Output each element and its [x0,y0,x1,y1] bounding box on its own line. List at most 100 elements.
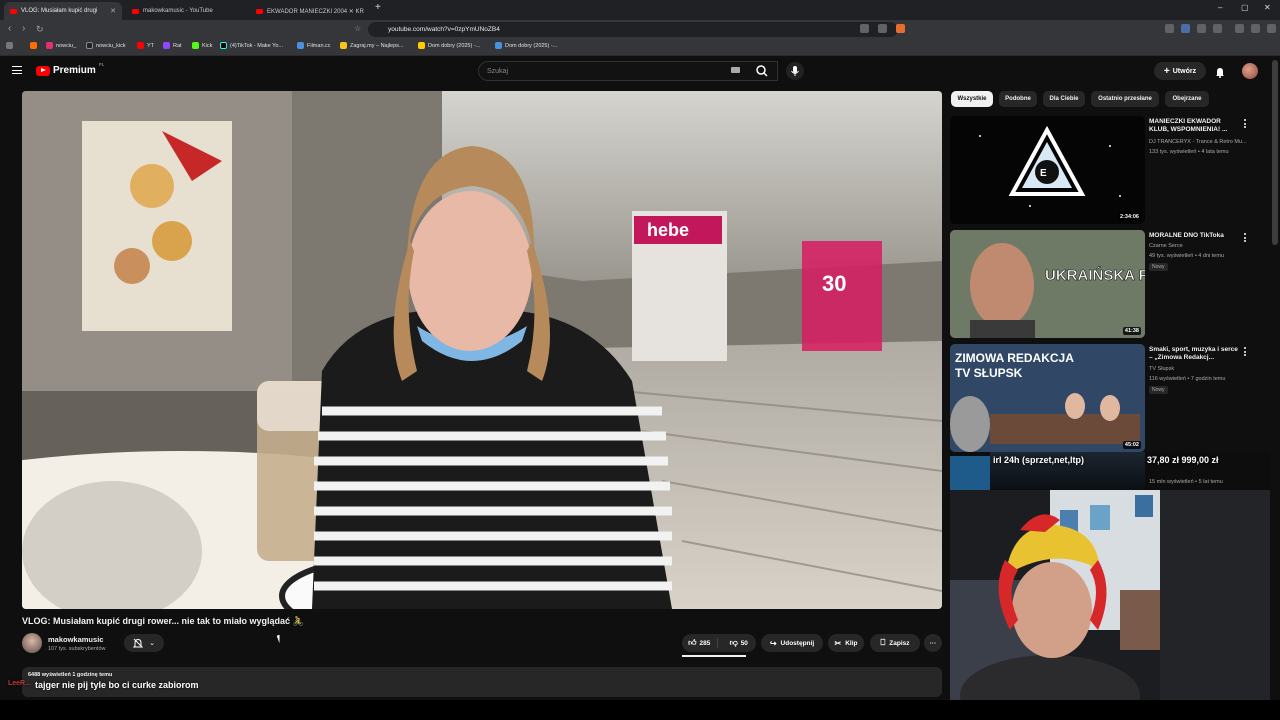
like-count: 285 [699,639,711,647]
channel-name[interactable]: makowkamusic [48,635,103,644]
recommendation-title[interactable]: MANIECZKI EKWADOR KLUB, WSPOMNIENIA! ... [1149,118,1241,134]
tab-makowkamusic[interactable]: makowkamusic - YouTube [126,2,246,20]
recommendation-thumbnail[interactable]: E 2:34:06 [950,116,1145,224]
recommendation-title[interactable]: Smaki, sport, muzyka i serce – „Zimowa R… [1149,346,1241,362]
brave-shield-icon[interactable] [896,24,905,33]
scrollbar[interactable] [1272,60,1278,245]
new-tab-button[interactable]: + [375,2,381,13]
bookmark-item[interactable]: nowciu_kick [86,42,126,49]
save-button[interactable]: ⎕ Zapisz [870,634,920,652]
bookmark-item[interactable]: nowciu_ [46,42,76,49]
bookmark-label: nowciu_kick [96,42,126,49]
extension-icon[interactable] [1165,24,1174,33]
microphone-icon [791,66,799,76]
save-label: Zapisz [889,639,910,647]
address-bar: ‹ › ↻ ☆ youtube.com/watch?v=0zpYmUNoZB4 [0,20,1280,39]
chat-username: LeeR... [8,680,31,687]
video-player[interactable]: hebe 30 [22,91,942,609]
maximize-icon[interactable]: ▢ [1241,3,1249,12]
svg-text:E: E [1040,168,1047,179]
channel-avatar[interactable] [22,633,42,653]
youtube-favicon-icon [256,8,263,14]
new-badge: Nowy [1149,263,1168,271]
more-options-icon[interactable] [1244,119,1247,128]
account-avatar[interactable] [1242,63,1258,79]
url-text: youtube.com/watch?v=0zpYmUNoZB4 [388,26,500,33]
recommendation-channel[interactable]: Czarne Serce [1149,243,1254,249]
bookmark-item[interactable]: Dom dobry (2025) -... [495,42,557,49]
video-title: VLOG: Musiałam kupić drugi rower... nie … [22,616,304,626]
notifications-bell-icon[interactable] [1214,65,1226,78]
forward-icon[interactable]: › [22,23,25,34]
share-icon[interactable] [878,24,887,33]
scissors-icon: ✂ [834,638,842,648]
subscribed-notifications-button[interactable]: ⌄ [124,634,164,652]
search-button[interactable] [750,61,774,81]
clip-button[interactable]: ✂ Klip [828,634,864,652]
thumbnail-partial [950,456,990,490]
create-button[interactable]: + Utwórz [1154,62,1206,80]
bookmark-label: Dom dobry (2025) -... [505,42,558,49]
tab-vlog[interactable]: VLOG: Musiałam kupić drugi ✕ [4,2,122,20]
bookmarks-bar: nowciu_ nowciu_kick YT Rat Kick (4)TikTo… [0,39,1280,56]
search-placeholder: Szukaj [487,67,509,75]
streamer-webcam [950,490,1270,700]
profile-icon[interactable] [1251,24,1260,33]
url-field[interactable]: youtube.com/watch?v=0zpYmUNoZB4 [368,22,898,37]
reload-icon[interactable]: ↻ [36,24,44,35]
keyboard-icon[interactable] [731,67,740,73]
back-icon[interactable]: ‹ [8,23,11,34]
extension-icon[interactable] [1213,24,1222,33]
chip-for-you[interactable]: Dla Ciebie [1043,91,1085,107]
recommendation-thumbnail[interactable]: ZIMOWA REDAKCJA TV SŁUPSK 45:02 [950,344,1145,452]
video-duration: 41:38 [1122,327,1141,335]
voice-search-button[interactable] [786,62,804,80]
apps-grid-icon[interactable] [6,42,13,49]
bookmark-item[interactable]: Rat [163,42,182,49]
hamburger-menu-icon[interactable] [12,66,22,74]
bookmark-star-icon[interactable]: ☆ [354,24,361,33]
minimize-icon[interactable]: – [1218,3,1222,12]
recommendation-channel[interactable]: DJ TRANCERYX - Trance & Retro Mu... [1149,139,1254,145]
recommendation-title[interactable]: MORALNE DNO TikToka [1149,232,1241,240]
menu-icon[interactable] [1267,24,1276,33]
bookmark-item[interactable]: (4)TikTok - Make Yo... [220,42,283,49]
media-icon[interactable] [1235,24,1244,33]
extension-icon[interactable] [1181,24,1190,33]
more-options-icon[interactable] [1244,347,1247,356]
chip-watched[interactable]: Obejrzane [1165,91,1209,107]
thumbnail-artwork: UKRAIŃSKA PATOLOGIA [950,230,1145,338]
more-options-icon[interactable] [1244,233,1247,242]
close-tab-icon[interactable]: ✕ [110,7,116,15]
install-app-icon[interactable] [860,24,869,33]
bookmark-item[interactable]: Zagraj.my – Najleps... [340,42,404,49]
bookmark-item[interactable]: Kick [192,42,212,49]
chip-recently-uploaded[interactable]: Ostatnio przesłane [1091,91,1159,107]
chip-all[interactable]: Wszystkie [951,91,993,107]
dislike-button[interactable]: 👎︎ 50 [722,638,757,648]
like-button[interactable]: 👍︎ 285 [682,638,718,648]
bookmark-icon: ⎕ [880,638,886,647]
bookmark-item[interactable]: Dom dobry (2025) -... [418,42,480,49]
bookmark-item[interactable]: YT [137,42,154,49]
bookmark-item[interactable]: Filman.cc [297,42,331,49]
close-window-icon[interactable]: ✕ [1264,3,1271,12]
more-horizontal-icon: ··· [929,639,937,647]
extension-icon[interactable] [1197,24,1206,33]
recommendation-thumbnail[interactable]: UKRAIŃSKA PATOLOGIA 41:38 [950,230,1145,338]
bookmark-item[interactable] [30,42,37,49]
svg-text:30: 30 [822,271,846,296]
mouse-cursor-icon [276,634,283,644]
webcam-feed [950,490,1270,700]
recommendation-channel[interactable]: TV Słupsk [1149,366,1254,372]
share-button[interactable]: ↪ Udostępnij [761,634,823,652]
new-badge: Nowy [1149,386,1168,394]
share-label: Udostępnij [780,639,815,647]
youtube-favicon-icon [10,8,17,14]
youtube-logo[interactable]: Premium PL [36,62,104,76]
tab-ekwador[interactable]: EKWADOR MANIECZKI 2004 ✕ KR [250,2,370,20]
chip-related[interactable]: Podobne [999,91,1037,107]
bookmark-label: Zagraj.my – Najleps... [350,42,404,49]
more-actions-button[interactable]: ··· [924,634,942,652]
video-duration: 45:02 [1122,441,1141,449]
